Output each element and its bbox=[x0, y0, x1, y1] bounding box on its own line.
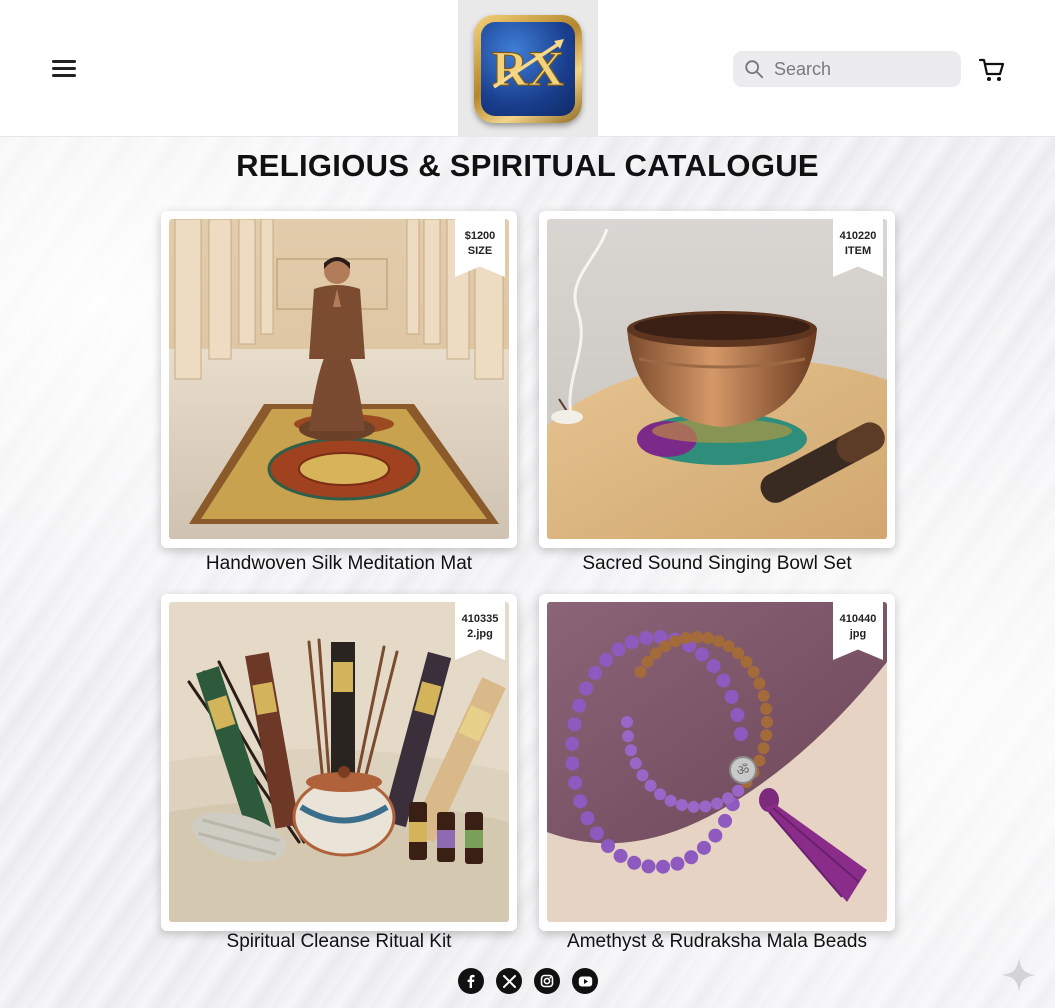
svg-text:ॐ: ॐ bbox=[737, 763, 750, 779]
product-name[interactable]: Amethyst & Rudraksha Mala Beads bbox=[517, 931, 917, 953]
hamburger-menu-icon[interactable] bbox=[52, 58, 77, 80]
search-bar[interactable] bbox=[733, 51, 961, 87]
product-card[interactable]: 410335 2.jpg bbox=[161, 594, 517, 931]
product-tag-line2: 2.jpg bbox=[467, 628, 493, 640]
sparkle-icon bbox=[1002, 958, 1036, 992]
page-title: RELIGIOUS & SPIRITUAL CATALOGUE bbox=[236, 148, 819, 183]
instagram-icon[interactable] bbox=[534, 968, 560, 994]
shopping-cart-icon[interactable] bbox=[978, 57, 1005, 83]
search-input[interactable] bbox=[774, 58, 944, 80]
product-tag-line1: 410220 bbox=[839, 230, 877, 242]
youtube-icon[interactable] bbox=[572, 968, 598, 994]
site-header: RX bbox=[0, 0, 1055, 137]
product-tag-line1: $1200 bbox=[464, 230, 496, 242]
x-icon[interactable] bbox=[496, 968, 522, 994]
product-tag-line1: 410440 bbox=[839, 613, 877, 625]
search-icon bbox=[745, 60, 764, 79]
facebook-icon[interactable] bbox=[458, 968, 484, 994]
product-name[interactable]: Spiritual Cleanse Ritual Kit bbox=[139, 931, 539, 953]
product-card[interactable]: $1200 SIZE bbox=[161, 211, 517, 548]
product-tag-line2: ITEM bbox=[844, 245, 872, 257]
brand-logo[interactable]: RX bbox=[458, 0, 598, 137]
product-name[interactable]: Handwoven Silk Meditation Mat bbox=[139, 553, 539, 575]
social-links bbox=[458, 968, 598, 998]
product-name[interactable]: Sacred Sound Singing Bowl Set bbox=[517, 553, 917, 575]
product-card[interactable]: 410220 ITEM bbox=[539, 211, 895, 548]
product-card[interactable]: ॐ 410440 jpg bbox=[539, 594, 895, 931]
product-tag-line2: jpg bbox=[849, 628, 867, 640]
product-tag-line2: SIZE bbox=[467, 245, 493, 257]
product-tag-line1: 410335 bbox=[461, 613, 499, 625]
